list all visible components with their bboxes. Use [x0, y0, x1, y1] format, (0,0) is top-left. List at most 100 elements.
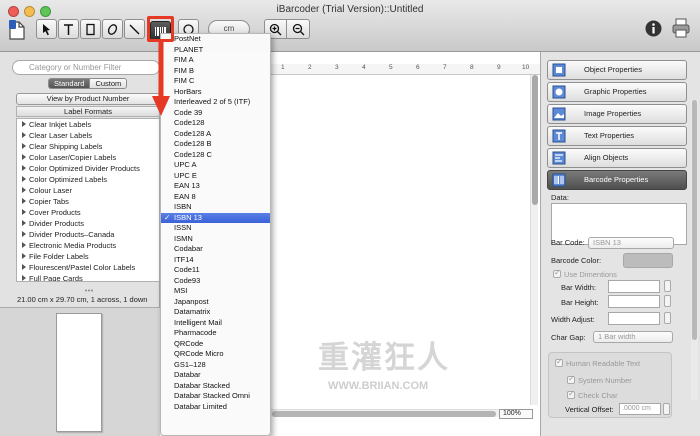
- view-by-product-number-button[interactable]: View by Product Number: [16, 93, 160, 105]
- menu-item[interactable]: FIM A: [161, 55, 270, 66]
- list-item[interactable]: Copier Tabs: [17, 196, 159, 207]
- menu-item[interactable]: Databar Limited: [161, 402, 270, 413]
- vertical-scroll-thumb[interactable]: [532, 75, 538, 205]
- char-gap-select[interactable]: 1 Bar width: [593, 331, 673, 343]
- menu-item[interactable]: ISBN: [161, 202, 270, 213]
- menu-item[interactable]: Databar: [161, 370, 270, 381]
- menu-item[interactable]: Code128: [161, 118, 270, 129]
- barcode-color-swatch[interactable]: [623, 253, 673, 268]
- bar-code-select[interactable]: ISBN 13: [588, 237, 674, 249]
- disclosure-triangle-icon[interactable]: [22, 275, 26, 281]
- menu-item[interactable]: PLANET: [161, 45, 270, 56]
- menu-item-selected[interactable]: ✓ ISBN 13: [161, 212, 270, 223]
- check-char-checkbox[interactable]: [567, 389, 575, 399]
- disclosure-triangle-icon[interactable]: [22, 187, 26, 193]
- disclosure-triangle-icon[interactable]: [22, 253, 26, 259]
- menu-item[interactable]: UPC E: [161, 171, 270, 182]
- menu-item[interactable]: Code128 A: [161, 129, 270, 140]
- disclosure-triangle-icon[interactable]: [22, 209, 26, 215]
- tab-standard[interactable]: Standard: [49, 79, 90, 88]
- menu-item[interactable]: Databar Stacked: [161, 381, 270, 392]
- bar-height-input[interactable]: [608, 295, 660, 308]
- horizontal-scrollbar[interactable]: [270, 409, 500, 417]
- menu-item[interactable]: Code128 B: [161, 139, 270, 150]
- menu-item[interactable]: Interleaved 2 of 5 (ITF): [161, 97, 270, 108]
- right-panel-scroll-thumb[interactable]: [692, 100, 697, 340]
- list-item[interactable]: Clear Inkjet Labels: [17, 119, 159, 130]
- menu-item[interactable]: Codabar: [161, 244, 270, 255]
- zoom-out-button[interactable]: [287, 19, 310, 39]
- vertical-offset-stepper[interactable]: [663, 403, 670, 415]
- image-properties-button[interactable]: Image Properties: [547, 104, 687, 124]
- list-item[interactable]: Cover Products: [17, 207, 159, 218]
- menu-item[interactable]: Pharmacode: [161, 328, 270, 339]
- list-item[interactable]: Clear Shipping Labels: [17, 141, 159, 152]
- use-dimentions-checkbox[interactable]: [553, 268, 561, 278]
- bar-width-stepper[interactable]: [664, 280, 671, 292]
- menu-item[interactable]: ISMN: [161, 234, 270, 245]
- print-icon[interactable]: [671, 18, 691, 38]
- bar-width-input[interactable]: [608, 280, 660, 293]
- label-formats-list[interactable]: Clear Inkjet Labels Clear Laser Labels C…: [16, 118, 160, 282]
- menu-item[interactable]: MSI: [161, 286, 270, 297]
- menu-item[interactable]: FIM B: [161, 66, 270, 77]
- label-document-icon[interactable]: [8, 19, 26, 41]
- list-item[interactable]: Colour Laser: [17, 185, 159, 196]
- disclosure-triangle-icon[interactable]: [22, 198, 26, 204]
- menu-item[interactable]: QRCode Micro: [161, 349, 270, 360]
- text-properties-button[interactable]: Text Properties: [547, 126, 687, 146]
- disclosure-triangle-icon[interactable]: [22, 220, 26, 226]
- zoom-select[interactable]: 100%: [499, 409, 533, 419]
- list-item[interactable]: Color Optimized Divider Products: [17, 163, 159, 174]
- label-preview-page[interactable]: [56, 313, 102, 432]
- category-filter-input[interactable]: Category or Number Filter: [12, 60, 160, 75]
- disclosure-triangle-icon[interactable]: [22, 121, 26, 127]
- list-item[interactable]: Full Page Cards: [17, 273, 159, 281]
- list-item[interactable]: Clear Laser Labels: [17, 130, 159, 141]
- menu-item[interactable]: Intelligent Mail: [161, 318, 270, 329]
- disclosure-triangle-icon[interactable]: [22, 132, 26, 138]
- align-objects-button[interactable]: Align Objects: [547, 148, 687, 168]
- disclosure-triangle-icon[interactable]: [22, 231, 26, 237]
- human-readable-checkbox[interactable]: [555, 357, 563, 367]
- menu-item[interactable]: Japanpost: [161, 297, 270, 308]
- horizontal-scroll-thumb[interactable]: [272, 411, 496, 417]
- menu-item[interactable]: HorBars: [161, 87, 270, 98]
- rectangle-tool-button[interactable]: [80, 19, 101, 39]
- menu-item[interactable]: Code93: [161, 276, 270, 287]
- menu-item[interactable]: FIM C: [161, 76, 270, 87]
- menu-item[interactable]: QRCode: [161, 339, 270, 350]
- ellipse-tool-button[interactable]: [102, 19, 123, 39]
- disclosure-triangle-icon[interactable]: [22, 154, 26, 160]
- info-icon[interactable]: [645, 20, 662, 37]
- list-item[interactable]: File Folder Labels: [17, 251, 159, 262]
- disclosure-triangle-icon[interactable]: [22, 176, 26, 182]
- text-tool-button[interactable]: [58, 19, 79, 39]
- line-tool-button[interactable]: [124, 19, 145, 39]
- label-formats-header[interactable]: Label Formats: [16, 106, 160, 117]
- disclosure-triangle-icon[interactable]: [22, 264, 26, 270]
- list-item[interactable]: Divider Products: [17, 218, 159, 229]
- menu-item[interactable]: Code 39: [161, 108, 270, 119]
- vertical-offset-input[interactable]: .0000 cm: [619, 403, 661, 415]
- disclosure-triangle-icon[interactable]: [22, 242, 26, 248]
- list-item[interactable]: Divider Products–Canada: [17, 229, 159, 240]
- menu-item[interactable]: Databar Stacked Omni: [161, 391, 270, 402]
- bar-height-stepper[interactable]: [664, 295, 671, 307]
- disclosure-triangle-icon[interactable]: [22, 143, 26, 149]
- right-panel-scrollbar[interactable]: [691, 100, 698, 400]
- menu-item[interactable]: EAN 8: [161, 192, 270, 203]
- object-properties-button[interactable]: Object Properties: [547, 60, 687, 80]
- menu-item[interactable]: ITF14: [161, 255, 270, 266]
- disclosure-triangle-icon[interactable]: [22, 165, 26, 171]
- menu-item[interactable]: EAN 13: [161, 181, 270, 192]
- select-tool-button[interactable]: [36, 19, 57, 39]
- barcode-properties-button[interactable]: Barcode Properties: [547, 170, 687, 190]
- menu-item[interactable]: UPC A: [161, 160, 270, 171]
- menu-item[interactable]: Code128 C: [161, 150, 270, 161]
- menu-item[interactable]: Code11: [161, 265, 270, 276]
- vertical-scrollbar[interactable]: [530, 75, 538, 405]
- list-item[interactable]: Flourescent/Pastel Color Labels: [17, 262, 159, 273]
- list-item[interactable]: Color Optimized Labels: [17, 174, 159, 185]
- system-number-checkbox[interactable]: [567, 374, 575, 384]
